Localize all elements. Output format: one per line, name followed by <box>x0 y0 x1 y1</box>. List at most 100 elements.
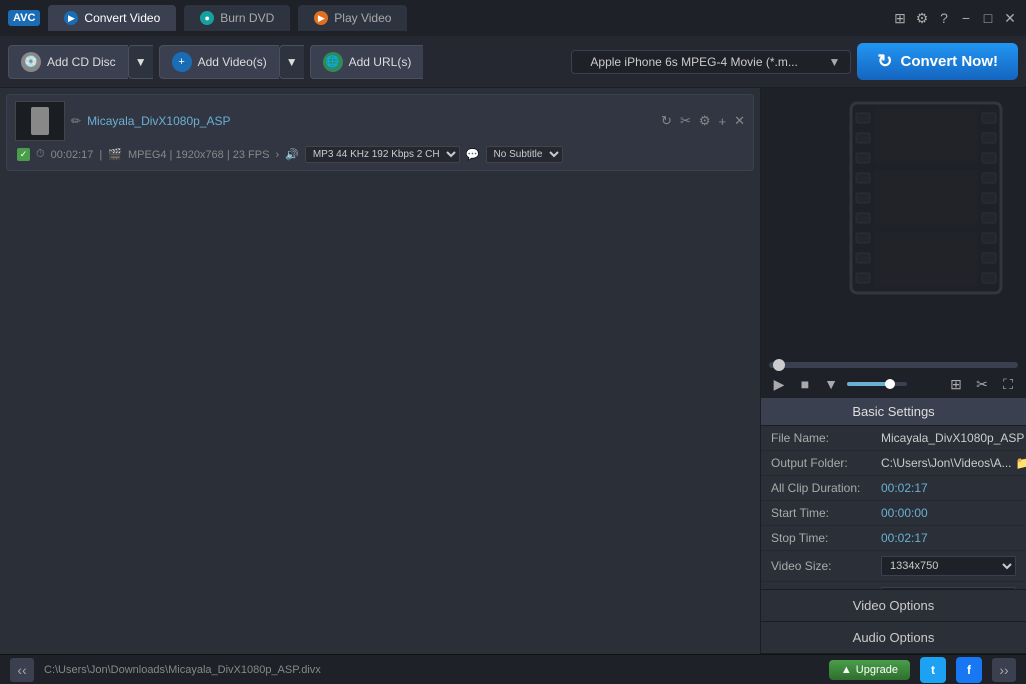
tab-play-video[interactable]: ▶ Play Video <box>298 5 407 31</box>
settings-icon[interactable]: ⊞ <box>892 10 908 26</box>
refresh-file-icon[interactable]: ↻ <box>661 113 672 129</box>
cut-icon[interactable]: ✂ <box>972 374 992 394</box>
convert-label: Convert Now! <box>901 53 999 70</box>
file-thumbnail <box>15 101 65 141</box>
upgrade-label: Upgrade <box>856 664 898 676</box>
film-strip-decoration <box>846 98 1006 298</box>
file-name-value: Micayala_DivX1080p_ASP <box>881 431 1024 445</box>
volume-thumb <box>885 379 895 389</box>
app-logo: AVC <box>8 10 40 26</box>
setting-clip-duration: All Clip Duration: 00:02:17 <box>761 476 1026 501</box>
start-time-label: Start Time: <box>771 506 881 520</box>
play-video-icon: ▶ <box>314 11 328 25</box>
add-url-button[interactable]: 🌐 Add URL(s) <box>310 45 424 79</box>
video-info-text: MPEG4 | 1920x768 | 23 FPS <box>128 149 269 161</box>
add-url-label: Add URL(s) <box>349 55 412 69</box>
tab-convert-video[interactable]: ▶ Convert Video <box>48 5 176 31</box>
settings-file-icon[interactable]: ⚙ <box>699 113 711 129</box>
minimize-button[interactable]: − <box>958 10 974 26</box>
convert-now-button[interactable]: ↻ Convert Now! <box>857 43 1018 80</box>
add-file-icon[interactable]: + <box>719 114 727 129</box>
prev-nav-button[interactable]: ‹‹ <box>10 658 34 682</box>
seek-bar[interactable] <box>769 362 1018 368</box>
subtitle-icon: 💬 <box>466 148 480 161</box>
titlebar: AVC ▶ Convert Video ● Burn DVD ▶ Play Vi… <box>0 0 1026 36</box>
volume-fill <box>847 382 887 386</box>
output-folder-label: Output Folder: <box>771 456 881 470</box>
format-chevron-icon: ▼ <box>829 55 841 69</box>
browse-folder-button[interactable]: 📁 <box>1016 456 1026 470</box>
volume-icon: ▼ <box>821 374 841 394</box>
play-button[interactable]: ▶ <box>769 374 789 394</box>
audio-icon: 🔊 <box>285 148 299 161</box>
gear-icon[interactable]: ⚙ <box>914 10 930 26</box>
edit-icon: ✏ <box>71 114 81 128</box>
video-options-button[interactable]: Video Options <box>761 590 1026 622</box>
close-button[interactable]: ✕ <box>1002 10 1018 26</box>
setting-stop-time: Stop Time: 00:02:17 <box>761 526 1026 551</box>
file-info-row: ✓ ⏱ 00:02:17 | 🎬 MPEG4 | 1920x768 | 23 F… <box>11 143 749 166</box>
add-video-icon: + <box>172 52 192 72</box>
add-cd-group: 💿 Add CD Disc ▼ <box>8 45 153 79</box>
add-cd-button[interactable]: 💿 Add CD Disc <box>8 45 128 79</box>
start-time-value: 00:00:00 <box>881 506 1016 520</box>
scissors-icon[interactable]: ✂ <box>680 113 691 129</box>
help-icon[interactable]: ? <box>936 10 952 26</box>
basic-settings-header: Basic Settings <box>761 398 1026 426</box>
video-format-icon: 🎬 <box>108 148 122 161</box>
stop-time-label: Stop Time: <box>771 531 881 545</box>
refresh-icon: ↻ <box>877 51 892 72</box>
convert-video-icon: ▶ <box>64 11 78 25</box>
player-bar: ▶ ■ ▼ ⊞ ✂ ⛶ <box>761 358 1026 398</box>
fullscreen-icon[interactable]: ⛶ <box>998 374 1018 394</box>
file-actions: ↻ ✂ ⚙ + ✕ <box>661 113 745 129</box>
player-controls: ▶ ■ ▼ ⊞ ✂ ⛶ <box>769 374 1018 394</box>
thumb-figure <box>31 107 49 135</box>
add-cd-dropdown[interactable]: ▼ <box>128 45 153 79</box>
setting-output-folder: Output Folder: C:\Users\Jon\Videos\A... … <box>761 451 1026 476</box>
file-list-panel: ✏ Micayala_DivX1080p_ASP ↻ ✂ ⚙ + ✕ ✓ ⏱ 0… <box>0 88 761 654</box>
audio-options-button[interactable]: Audio Options <box>761 622 1026 654</box>
burn-dvd-icon: ● <box>200 11 214 25</box>
file-name-label: File Name: <box>771 431 881 445</box>
file-item: ✏ Micayala_DivX1080p_ASP ↻ ✂ ⚙ + ✕ ✓ ⏱ 0… <box>6 94 754 171</box>
screenshot-icon[interactable]: ⊞ <box>946 374 966 394</box>
upgrade-button[interactable]: ▲ Upgrade <box>829 660 910 680</box>
setting-quality: Quality: Normal <box>761 582 1026 589</box>
subtitle-select[interactable]: No Subtitle <box>486 146 563 163</box>
video-size-label: Video Size: <box>771 559 881 573</box>
facebook-button[interactable]: f <box>956 657 982 683</box>
add-video-button[interactable]: + Add Video(s) <box>159 45 279 79</box>
toolbar: 💿 Add CD Disc ▼ + Add Video(s) ▼ 🌐 Add U… <box>0 36 1026 88</box>
add-cd-label: Add CD Disc <box>47 55 116 69</box>
add-video-label: Add Video(s) <box>198 55 267 69</box>
tab-convert-video-label: Convert Video <box>84 11 160 25</box>
tab-burn-dvd-label: Burn DVD <box>220 11 274 25</box>
audio-track-select[interactable]: MP3 44 KHz 192 Kbps 2 CH <box>305 146 460 163</box>
settings-panel: Basic Settings File Name: Micayala_DivX1… <box>761 398 1026 589</box>
enable-checkbox[interactable]: ✓ <box>17 148 30 161</box>
maximize-button[interactable]: □ <box>980 10 996 26</box>
video-size-select[interactable]: 1334x750 <box>881 556 1016 576</box>
status-file-path: C:\Users\Jon\Downloads\Micayala_DivX1080… <box>44 664 819 676</box>
file-duration: 00:02:17 <box>51 149 94 161</box>
right-panel: ▶ ■ ▼ ⊞ ✂ ⛶ Basic Settings File Name: Mi… <box>761 88 1026 654</box>
tab-play-video-label: Play Video <box>334 11 391 25</box>
statusbar: ‹‹ C:\Users\Jon\Downloads\Micayala_DivX1… <box>0 654 1026 684</box>
file-header: ✏ Micayala_DivX1080p_ASP ↻ ✂ ⚙ + ✕ <box>11 99 749 143</box>
stop-button[interactable]: ■ <box>795 374 815 394</box>
next-nav-button[interactable]: ›› <box>992 658 1016 682</box>
clip-duration-label: All Clip Duration: <box>771 481 881 495</box>
video-info-separator: | <box>99 149 102 161</box>
close-file-icon[interactable]: ✕ <box>734 113 745 129</box>
add-video-dropdown[interactable]: ▼ <box>279 45 304 79</box>
clock-icon: ⏱ <box>36 148 45 161</box>
format-selector[interactable]: Apple iPhone 6s MPEG-4 Movie (*.m... ▼ <box>571 50 851 74</box>
setting-video-size: Video Size: 1334x750 <box>761 551 1026 582</box>
add-url-group: 🌐 Add URL(s) <box>310 45 424 79</box>
tab-burn-dvd[interactable]: ● Burn DVD <box>184 5 290 31</box>
stop-time-value: 00:02:17 <box>881 531 1016 545</box>
volume-slider[interactable] <box>847 382 907 386</box>
twitter-button[interactable]: t <box>920 657 946 683</box>
url-icon: 🌐 <box>323 52 343 72</box>
